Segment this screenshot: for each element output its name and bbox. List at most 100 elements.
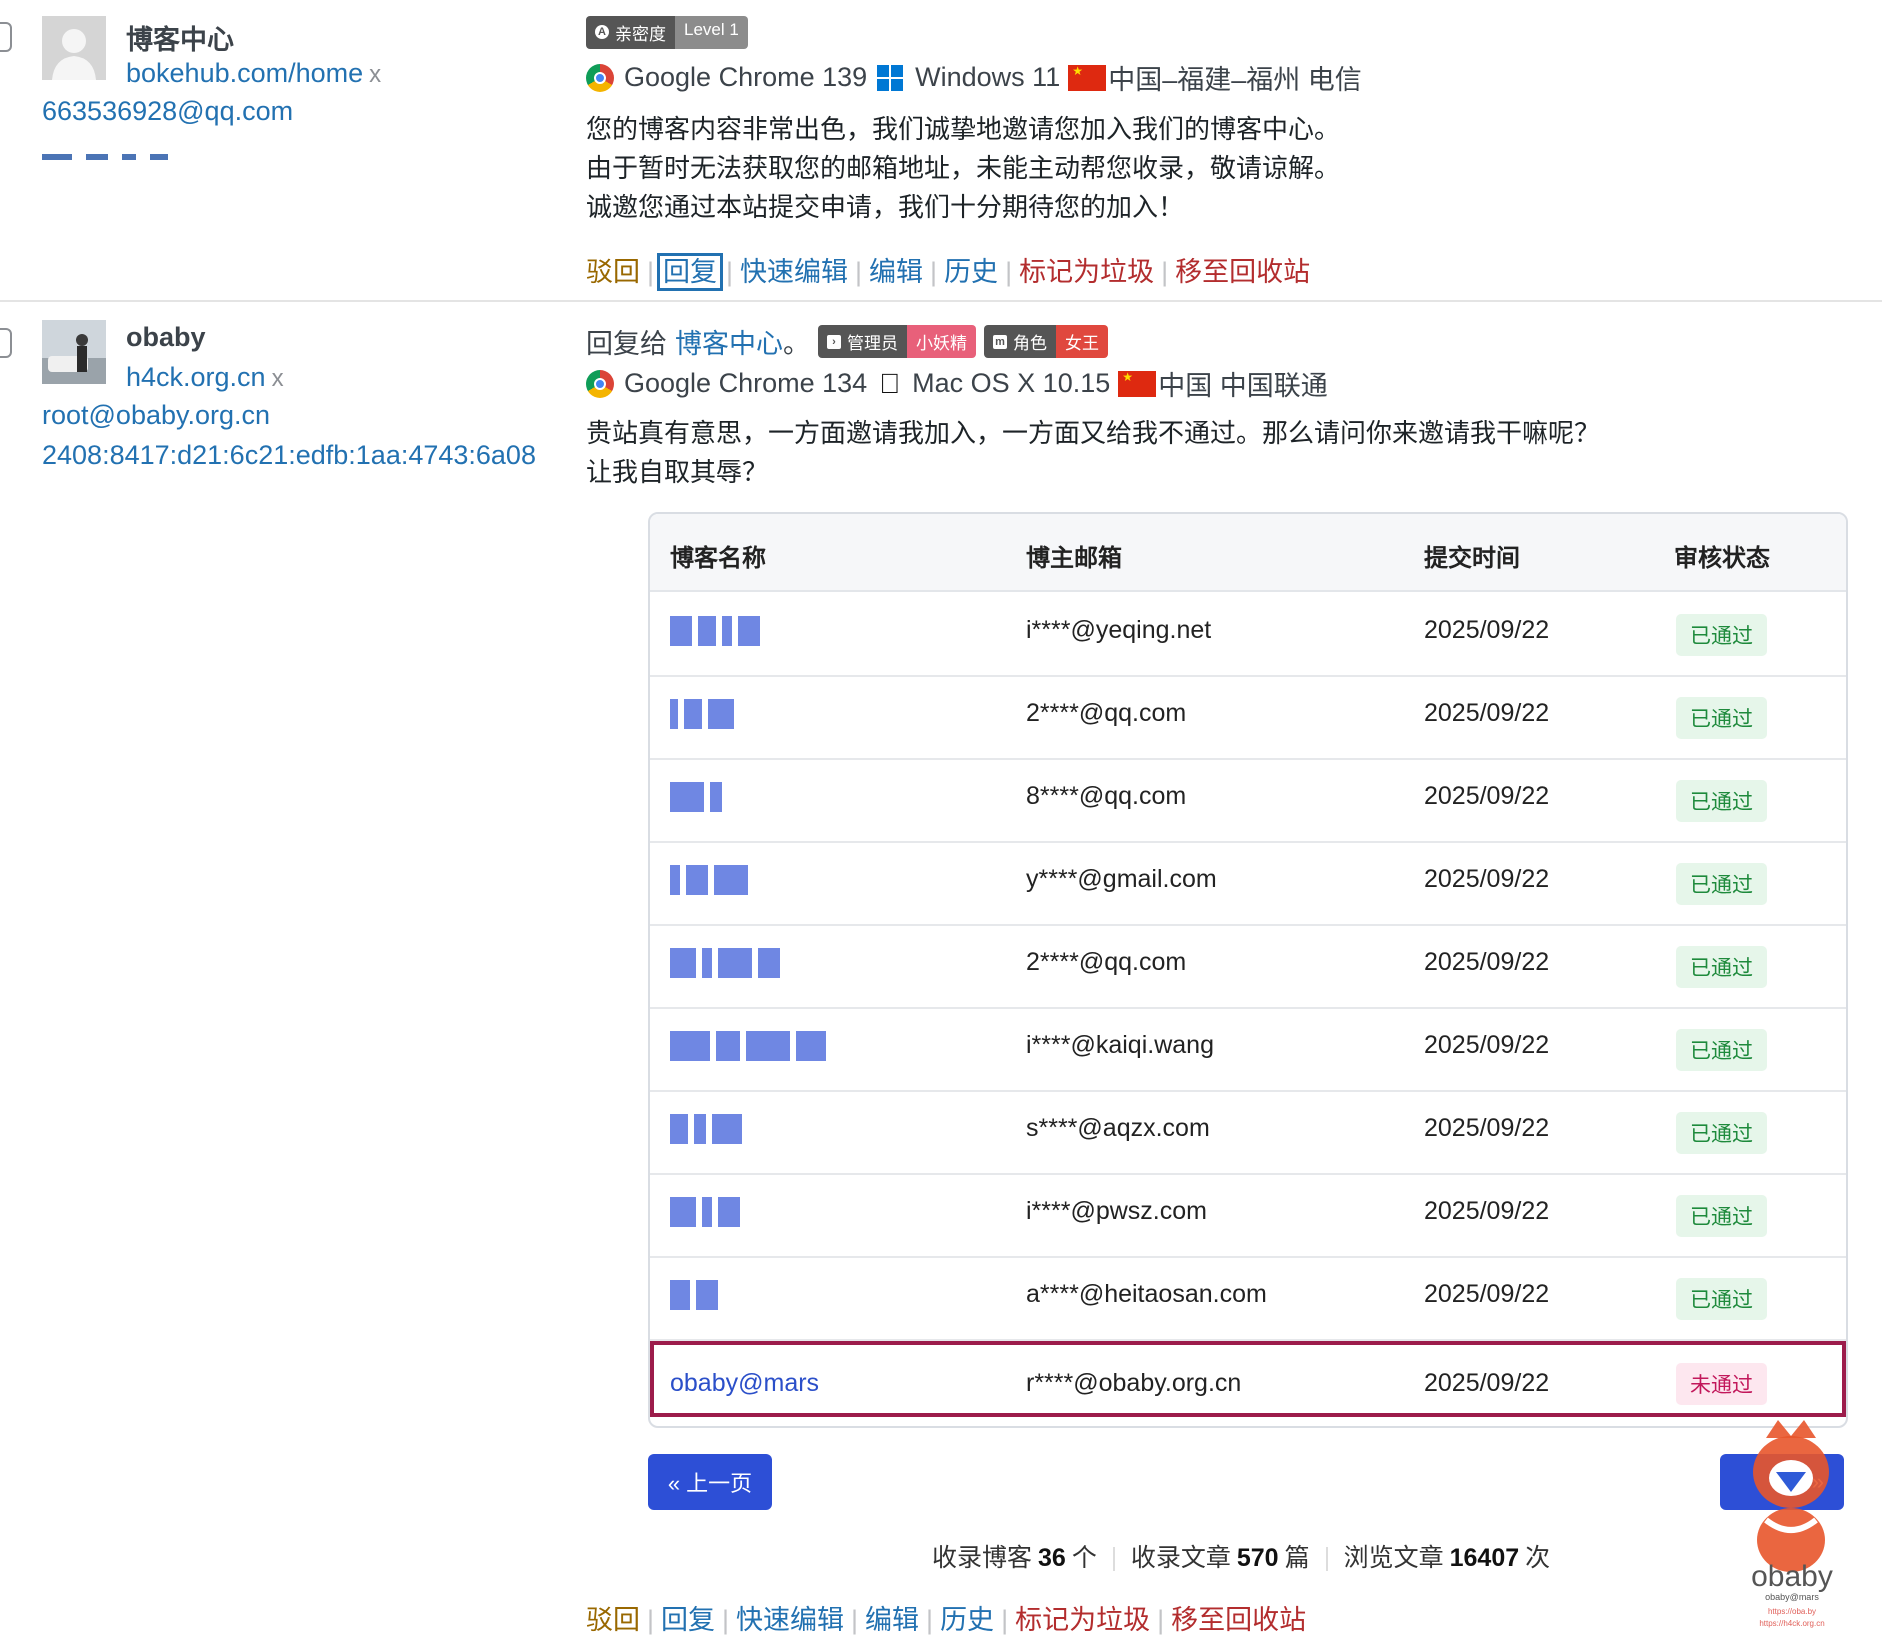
owner-email: a****@heitaosan.com xyxy=(1026,1280,1267,1308)
status-rejected-badge: 未通过 xyxy=(1676,1363,1767,1405)
comment-paragraph: 诚邀您通过本站提交申请，我们十分期待您的加入！ xyxy=(586,192,1185,222)
history-link[interactable]: 历史 xyxy=(944,257,998,287)
comment-author-url[interactable]: h4ck.org.cn x xyxy=(126,362,284,393)
reply-link[interactable]: 回复 xyxy=(661,1605,715,1635)
header-submit-time: 提交时间 xyxy=(1424,545,1520,572)
os-name: Windows 11 xyxy=(915,62,1061,92)
reply-target-link[interactable]: 博客中心 xyxy=(675,322,783,361)
table-row: i****@pwsz.com 2025/09/22 已通过 xyxy=(650,1173,1846,1258)
comment-author-url[interactable]: bokehub.com/home x xyxy=(126,58,381,89)
trash-link[interactable]: 移至回收站 xyxy=(1171,1605,1306,1635)
author-url-link[interactable]: h4ck.org.cn xyxy=(126,362,266,392)
submit-date: 2025/09/22 xyxy=(1424,1197,1550,1225)
status-approved-badge: 已通过 xyxy=(1676,1195,1767,1237)
spam-link[interactable]: 标记为垃圾 xyxy=(1019,257,1154,287)
stat-label: 浏览文章 xyxy=(1343,1544,1444,1572)
affinity-icon: A xyxy=(595,25,609,40)
redacted-blog-name xyxy=(670,1112,748,1146)
reply-to-line: 回复给 博客中心 。 › 管理员 小妖精 m 角色 女王 xyxy=(586,322,1108,361)
header-review-status: 审核状态 xyxy=(1674,545,1770,572)
stat-label: 收录文章 xyxy=(1130,1544,1231,1572)
quick-edit-link[interactable]: 快速编辑 xyxy=(740,257,848,287)
reply-suffix: 。 xyxy=(783,329,810,359)
owner-email: i****@yeqing.net xyxy=(1026,616,1212,644)
owner-email: 2****@qq.com xyxy=(1026,948,1187,976)
comment-content: 您的博客内容非常出色，我们诚挚地邀请您加入我们的博客中心。 由于暂时无法获取您的… xyxy=(586,110,1340,227)
spam-link[interactable]: 标记为垃圾 xyxy=(1015,1605,1150,1635)
stat-blogs: 36 xyxy=(1038,1544,1066,1572)
browser-name: Google Chrome 134 xyxy=(624,368,868,398)
status-approved-badge: 已通过 xyxy=(1676,863,1767,905)
watermark-url: https://oba.by xyxy=(1767,1607,1817,1616)
comment-row-actions: 驳回 | 回复 | 快速编辑 | 编辑 | 历史 | 标记为垃圾 | 移至回收站 xyxy=(586,1605,1307,1635)
chrome-icon xyxy=(586,63,614,92)
admin-badge: › 管理员 小妖精 xyxy=(818,325,976,358)
comment-paragraph: 贵站真有意思，一方面邀请我加入，一方面又给我不通过。那么请问你来邀请我干嘛呢？ xyxy=(586,418,1601,448)
trash-link[interactable]: 移至回收站 xyxy=(1175,257,1310,287)
comment-paragraph: 由于暂时无法获取您的邮箱地址，未能主动帮您收录，敬请谅解。 xyxy=(586,153,1341,183)
submit-date: 2025/09/22 xyxy=(1424,699,1550,727)
default-avatar-icon xyxy=(42,16,106,80)
badge-value: Level 1 xyxy=(675,15,748,49)
redacted-blog-name xyxy=(670,863,754,897)
comment-author-email[interactable]: 663536928@qq.com xyxy=(42,96,293,127)
blog-name-link[interactable]: obaby@mars xyxy=(670,1369,819,1398)
user-agent-line: Google Chrome 134  Mac OS X 10.15 中国 中国… xyxy=(586,364,1328,403)
table-row: i****@kaiqi.wang 2025/09/22 已通过 xyxy=(650,1007,1846,1092)
status-approved-badge: 已通过 xyxy=(1676,1029,1767,1071)
user-agent-line: Google Chrome 139 Windows 11 中国–福建–福州 电信 xyxy=(586,58,1362,97)
unapprove-link[interactable]: 驳回 xyxy=(586,257,640,287)
owner-email: s****@aqzx.com xyxy=(1026,1114,1210,1142)
owner-email: 2****@qq.com xyxy=(1026,699,1187,727)
browser-name: Google Chrome 139 xyxy=(624,62,868,92)
edit-link[interactable]: 编辑 xyxy=(869,257,923,287)
stat-label: 收录博客 xyxy=(932,1544,1033,1572)
owner-email: 8****@qq.com xyxy=(1026,782,1187,810)
comment-select-checkbox[interactable] xyxy=(0,328,12,358)
chrome-icon xyxy=(586,369,614,398)
affinity-badge: A 亲密度 Level 1 xyxy=(586,15,748,49)
submit-date: 2025/09/22 xyxy=(1424,1031,1550,1059)
watermark-url: https://h4ck.org.cn xyxy=(1759,1619,1825,1628)
author-url-link[interactable]: bokehub.com/home xyxy=(126,58,363,88)
prev-page-button[interactable]: « 上一页 xyxy=(648,1454,772,1510)
submit-date: 2025/09/22 xyxy=(1424,1369,1550,1397)
table-row: obaby@mars r****@obaby.org.cn 2025/09/22 未通… xyxy=(650,1341,1846,1417)
status-approved-badge: 已通过 xyxy=(1676,780,1767,822)
remove-url-icon[interactable]: x xyxy=(369,61,381,88)
blog-submission-table: 博客名称 博主邮箱 提交时间 审核状态 i****@yeqing.net 2025… xyxy=(648,512,1848,1428)
remove-url-icon[interactable]: x xyxy=(272,365,284,392)
status-approved-badge: 已通过 xyxy=(1676,946,1767,988)
table-row: 2****@qq.com 2025/09/22 已通过 xyxy=(650,675,1846,760)
history-link[interactable]: 历史 xyxy=(940,1605,994,1635)
stat-unit: 篇 xyxy=(1284,1544,1310,1572)
comment-select-checkbox[interactable] xyxy=(0,22,12,52)
comment-paragraph: 您的博客内容非常出色，我们诚挚地邀请您加入我们的博客中心。 xyxy=(586,114,1341,144)
table-row: y****@gmail.com 2025/09/22 已通过 xyxy=(650,841,1846,926)
terminal-icon: › xyxy=(827,334,841,349)
submit-date: 2025/09/22 xyxy=(1424,865,1550,893)
table-row: s****@aqzx.com 2025/09/22 已通过 xyxy=(650,1090,1846,1175)
reply-link[interactable]: 回复 xyxy=(657,253,724,291)
table-row: a****@heitaosan.com 2025/09/22 已通过 xyxy=(650,1256,1846,1341)
header-owner-email: 博主邮箱 xyxy=(1026,545,1122,572)
windows-icon xyxy=(877,64,904,91)
owner-email: y****@gmail.com xyxy=(1026,865,1217,893)
comment-author-ip[interactable]: 2408:8417:d21:6c21:edfb:1aa:4743:6a08 xyxy=(42,440,536,471)
owner-email: i****@kaiqi.wang xyxy=(1026,1031,1214,1059)
reply-prefix: 回复给 xyxy=(586,329,667,359)
unapprove-link[interactable]: 驳回 xyxy=(586,1605,640,1635)
quick-edit-link[interactable]: 快速编辑 xyxy=(736,1605,844,1635)
stat-views: 16407 xyxy=(1449,1544,1520,1572)
watermark-urls: https://oba.by https://h4ck.org.cn xyxy=(1738,1606,1846,1630)
badge-value: 女王 xyxy=(1056,325,1108,358)
role-badge: m 角色 女王 xyxy=(984,325,1108,358)
china-flag-icon xyxy=(1068,64,1107,91)
comment-content: 贵站真有意思，一方面邀请我加入，一方面又给我不通过。那么请问你来邀请我干嘛呢？ … xyxy=(586,414,1600,492)
redacted-blog-name xyxy=(670,614,766,648)
submit-date: 2025/09/22 xyxy=(1424,948,1550,976)
comment-author-email[interactable]: root@obaby.org.cn xyxy=(42,400,270,431)
submit-date: 2025/09/22 xyxy=(1424,1280,1550,1308)
edit-link[interactable]: 编辑 xyxy=(865,1605,919,1635)
submit-date: 2025/09/22 xyxy=(1424,1114,1550,1142)
